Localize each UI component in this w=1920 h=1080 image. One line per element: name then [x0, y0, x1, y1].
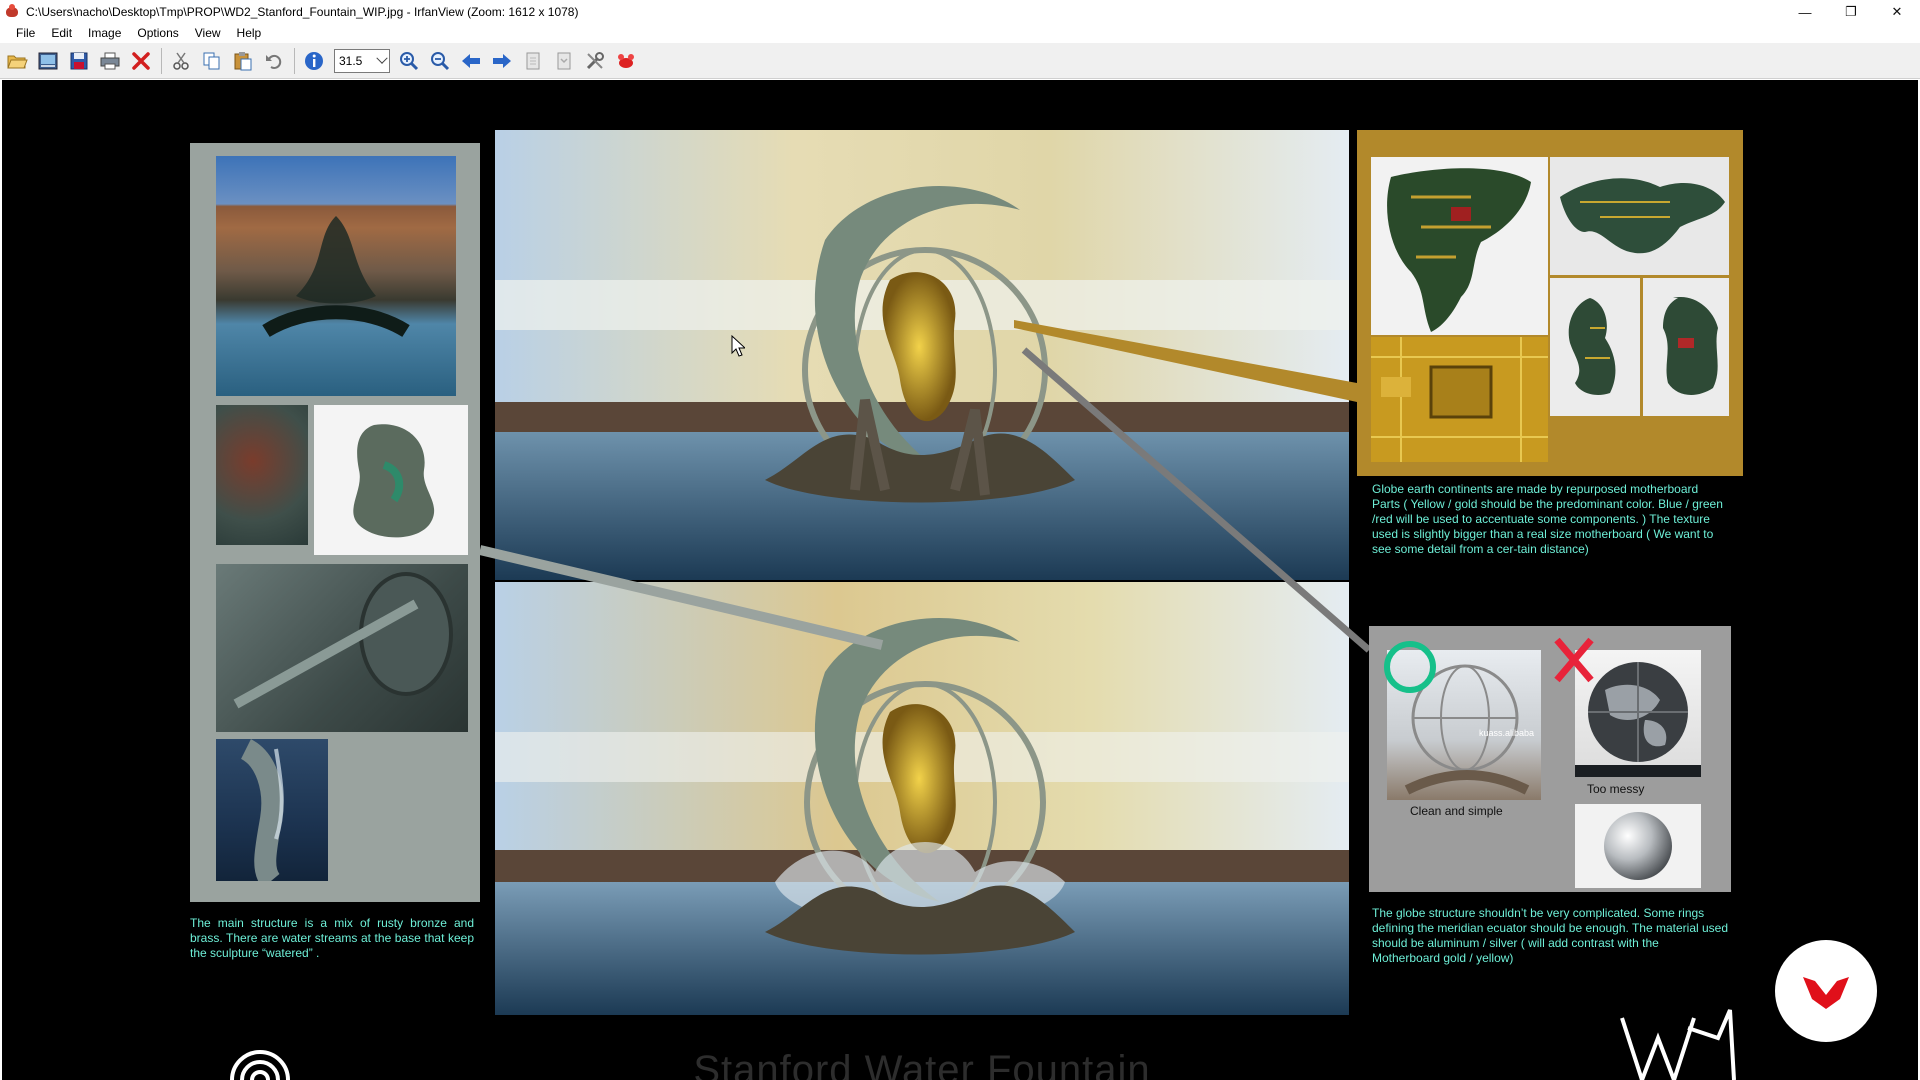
motherboard-uk-map: [1550, 278, 1640, 416]
zoom-in-button[interactable]: [394, 46, 424, 76]
menu-image[interactable]: Image: [80, 24, 129, 43]
window-controls: — ❐ ✕: [1782, 0, 1920, 24]
restore-button[interactable]: ❐: [1828, 0, 1874, 24]
next-button[interactable]: [487, 46, 517, 76]
zoom-out-button[interactable]: [425, 46, 455, 76]
irfanview-button[interactable]: [611, 46, 641, 76]
thumbnails-button[interactable]: [33, 46, 63, 76]
undo-button[interactable]: [259, 46, 289, 76]
zoom-out-icon: [431, 51, 450, 70]
title-bar[interactable]: C:\Users\nacho\Desktop\Tmp\PROP\WD2_Stan…: [0, 0, 1920, 24]
spiral-logo-icon: [230, 1050, 290, 1080]
window-title: C:\Users\nacho\Desktop\Tmp\PROP\WD2_Stan…: [26, 5, 579, 19]
open-button[interactable]: [2, 46, 32, 76]
delete-button[interactable]: [126, 46, 156, 76]
minimize-button[interactable]: —: [1782, 0, 1828, 24]
image-viewport[interactable]: The main structure is a mix of rusty bro…: [0, 80, 1920, 1080]
open-icon: [7, 55, 28, 68]
motherboard-closeup: [1371, 337, 1548, 462]
thumbnails-icon: [38, 52, 58, 69]
page-title: Stanford Water Fountain: [693, 1048, 1151, 1080]
motherboard-reference-panel: [1357, 130, 1743, 476]
wd-logo-icon: [1620, 1009, 1736, 1080]
irfanview-app-icon: [4, 4, 20, 20]
chevron-down-icon: [376, 52, 388, 64]
zoom-value: 31.5: [339, 53, 363, 68]
floating-action-button[interactable]: [1775, 940, 1877, 1042]
page-first-icon: [526, 52, 540, 69]
page-first-button[interactable]: [518, 46, 548, 76]
menu-options[interactable]: Options: [129, 24, 186, 43]
caption-top-right: Globe earth continents are made by repur…: [1372, 482, 1723, 556]
mouse-cursor-icon: [731, 335, 745, 357]
info-icon: [305, 51, 323, 70]
print-button[interactable]: [95, 46, 125, 76]
image-canvas: The main structure is a mix of rusty bro…: [2, 80, 1918, 1080]
bad-label: Too messy: [1587, 782, 1645, 796]
copy-button[interactable]: [197, 46, 227, 76]
paste-button[interactable]: [228, 46, 258, 76]
caption-bottom-right: The globe structure shouldn’t be very co…: [1372, 906, 1729, 965]
cut-icon: [173, 52, 189, 70]
zoom-dropdown[interactable]: 31.5: [334, 48, 390, 73]
motherboard-world-map: [1550, 157, 1729, 275]
irfanview-icon: [618, 53, 634, 68]
previous-icon: [462, 53, 480, 68]
bad-cross-icon: [1554, 637, 1594, 683]
red-chevron-logo-icon: [1803, 977, 1849, 1009]
toolbar: 31.5: [0, 43, 1920, 79]
print-icon: [100, 52, 120, 69]
menu-file[interactable]: File: [8, 24, 43, 43]
good-circle-icon: [1384, 641, 1436, 693]
page-next-icon: [557, 52, 571, 69]
watermark-text: kuass.alibaba: [1479, 728, 1535, 738]
silver-sphere-photo: [1575, 804, 1701, 888]
save-icon: [70, 52, 88, 69]
zoom-in-icon: [400, 51, 419, 70]
cut-button[interactable]: [166, 46, 196, 76]
menu-view[interactable]: View: [187, 24, 229, 43]
toolbar-separator: [161, 47, 162, 74]
info-button[interactable]: [299, 46, 329, 76]
toolbar-separator: [294, 47, 295, 74]
motherboard-america-map: [1371, 157, 1548, 335]
paste-icon: [234, 51, 252, 70]
undo-icon: [266, 54, 282, 69]
save-button[interactable]: [64, 46, 94, 76]
page-next-button[interactable]: [549, 46, 579, 76]
good-label: Clean and simple: [1410, 804, 1503, 818]
settings-icon: [586, 51, 604, 69]
delete-icon: [132, 51, 150, 70]
copy-icon: [203, 52, 220, 69]
menu-edit[interactable]: Edit: [43, 24, 80, 43]
menu-bar: File Edit Image Options View Help: [0, 24, 1920, 43]
globe-structure-panel: kuass.alibaba Clean and simple Too messy: [1369, 626, 1731, 892]
menu-help[interactable]: Help: [229, 24, 270, 43]
motherboard-europe-map: [1643, 278, 1729, 416]
next-icon: [493, 53, 511, 68]
previous-button[interactable]: [456, 46, 486, 76]
settings-button[interactable]: [580, 46, 610, 76]
close-button[interactable]: ✕: [1874, 0, 1920, 24]
